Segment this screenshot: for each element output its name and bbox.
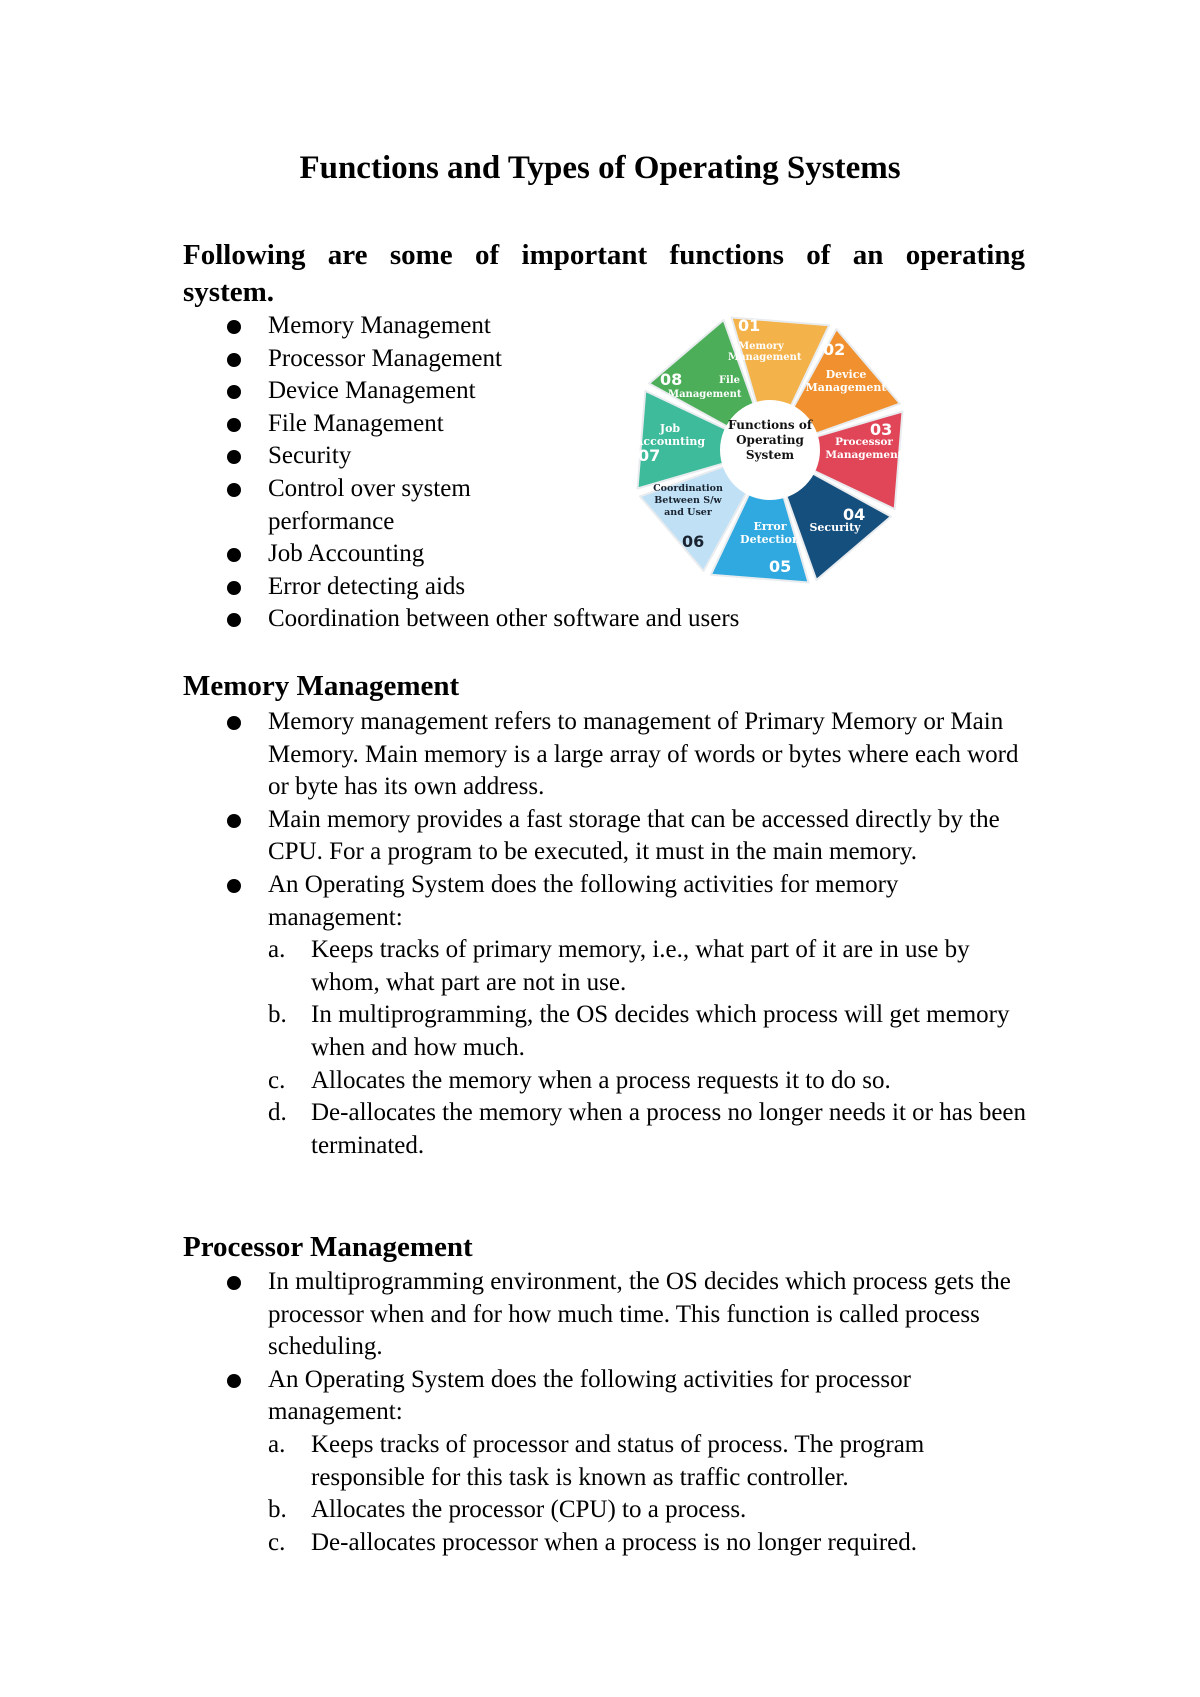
segment-number: 07	[638, 446, 661, 465]
list-item: An Operating System does the following a…	[222, 1364, 1038, 1560]
bullet-icon	[227, 580, 241, 595]
diagram-center-label: Functions of Operating System	[728, 418, 812, 462]
intro-heading: Following are some of important function…	[183, 239, 1025, 308]
bullet-icon	[227, 482, 241, 497]
section-heading-processor: Processor Management	[183, 1231, 473, 1263]
section-heading-memory: Memory Management	[183, 670, 460, 702]
bullet-icon	[227, 1373, 241, 1388]
list-item: Control over system performance	[222, 473, 498, 538]
list-item: Coordination between other software and …	[222, 603, 968, 636]
memory-activities: a. Keeps tracks of primary memory, i.e., …	[268, 934, 1028, 1162]
segment-label: Coordination Between S/w and User	[653, 483, 723, 518]
bullet-icon	[227, 1276, 241, 1290]
list-item: c. Allocates the memory when a process re…	[268, 1066, 891, 1094]
os-functions-diagram: Functions of Operating System 01 Memory …	[630, 310, 910, 590]
bullet-icon	[227, 450, 241, 465]
document-title: Functions and Types of Operating Systems	[299, 150, 901, 186]
bullet-icon	[227, 878, 241, 893]
list-item: Error detecting aids	[222, 571, 642, 604]
segment-label: Security	[809, 521, 861, 534]
list-item: b. In multiprogramming, the OS decides wh…	[268, 1001, 1010, 1061]
list-item: Device Management	[222, 375, 642, 408]
bullet-icon	[227, 352, 241, 367]
list-item: Memory management refers to management o…	[222, 706, 1022, 804]
functions-list: Memory Management Processor Management D…	[222, 310, 739, 636]
bullet-icon	[227, 320, 241, 334]
list-item: d. De-allocates the memory when a process…	[268, 1099, 1027, 1159]
memory-bullets: Memory management refers to management o…	[222, 706, 1026, 1162]
segment-label: Job Accounting	[634, 422, 706, 448]
bullet-icon	[227, 548, 241, 563]
list-item: a. Keeps tracks of processor and status o…	[268, 1430, 925, 1491]
processor-bullets: In multiprogramming environment, the OS …	[222, 1266, 1022, 1559]
bullet-icon	[227, 716, 241, 730]
list-item: An Operating System does the following a…	[222, 869, 1028, 1162]
segment-number: 01	[738, 316, 761, 335]
segment-label: Error Detection	[740, 520, 800, 546]
segment-label: Memory Management	[728, 341, 802, 363]
bullet-icon	[227, 613, 241, 628]
list-item: File Management	[222, 408, 642, 441]
document-page: Functions and Types of Operating Systems…	[0, 0, 1200, 1697]
list-item: In multiprogramming environment, the OS …	[222, 1266, 1022, 1364]
bullet-icon	[227, 813, 241, 828]
list-item: Job Accounting	[222, 538, 642, 571]
list-item: b. Allocates the processor (CPU) to a pro…	[268, 1496, 747, 1524]
processor-activities: a. Keeps tracks of processor and status o…	[268, 1429, 1038, 1559]
bullet-icon	[227, 385, 241, 400]
list-item: a. Keeps tracks of primary memory, i.e., …	[268, 936, 970, 996]
list-item: Main memory provides a fast storage that…	[222, 804, 1038, 869]
segment-label: Processor Management	[825, 436, 903, 461]
list-item: c. De-allocates processor when a process …	[268, 1528, 918, 1556]
segment-label: File Management	[668, 375, 742, 400]
segment-number: 06	[682, 532, 705, 551]
segment-label: Device Management	[805, 368, 887, 394]
segment-number: 02	[823, 340, 846, 359]
list-item: Memory Management	[222, 310, 642, 343]
list-item: Security	[222, 440, 642, 473]
bullet-icon	[227, 417, 241, 432]
segment-number: 05	[769, 557, 792, 576]
list-item: Processor Management	[222, 343, 642, 376]
